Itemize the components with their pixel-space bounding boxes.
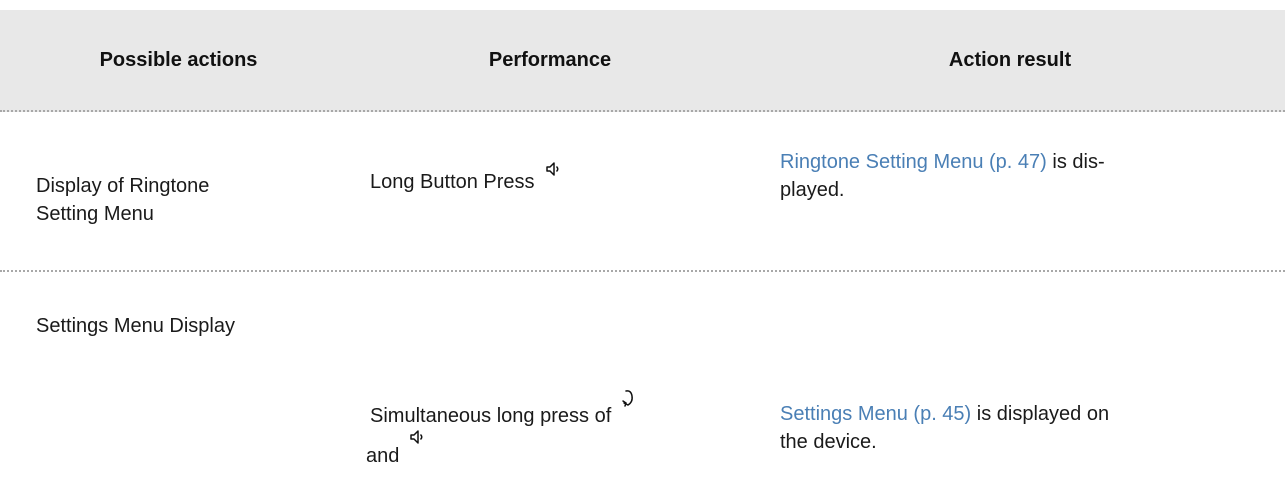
performance-text: Long Button Press [370, 171, 535, 193]
header-possible-actions: Possible actions [99, 49, 258, 71]
performance-text-line2: and [366, 445, 400, 467]
action-cell: Display of Ringtone Setting Menu [36, 172, 209, 228]
speaker-icon [409, 428, 425, 448]
performance-cell: Simultaneous long press of and [366, 390, 637, 476]
table-row: Display of Ringtone Setting Menu Long Bu… [0, 112, 1285, 272]
result-text: is dis- [1046, 151, 1105, 173]
result-text-line2: the device. [780, 431, 877, 453]
header-action-result: Action result [948, 49, 1072, 71]
performance-text-line1: Simultaneous long press of [370, 405, 612, 427]
header-performance: Performance [488, 49, 612, 71]
settings-menu-link[interactable]: Settings Menu (p. 45) [780, 403, 971, 425]
action-text-line2: Setting Menu [36, 203, 154, 225]
performance-cell: Long Button Press [370, 162, 561, 196]
result-text: is displayed on [971, 403, 1110, 425]
result-cell: Settings Menu (p. 45) is displayed on th… [780, 400, 1109, 456]
handset-icon [621, 388, 637, 410]
table-row: Settings Menu Display Simultaneous long … [0, 272, 1285, 481]
actions-table: Possible actions Performance Action resu… [0, 10, 1285, 112]
result-text-line2: played. [780, 179, 845, 201]
result-cell: Ringtone Setting Menu (p. 47) is dis- pl… [780, 148, 1105, 204]
table-header: Possible actions Performance Action resu… [0, 10, 1285, 112]
speaker-icon [545, 160, 561, 180]
action-text-line1: Display of Ringtone [36, 175, 210, 197]
action-cell: Settings Menu Display [36, 315, 235, 337]
ringtone-setting-menu-link[interactable]: Ringtone Setting Menu (p. 47) [780, 151, 1047, 173]
